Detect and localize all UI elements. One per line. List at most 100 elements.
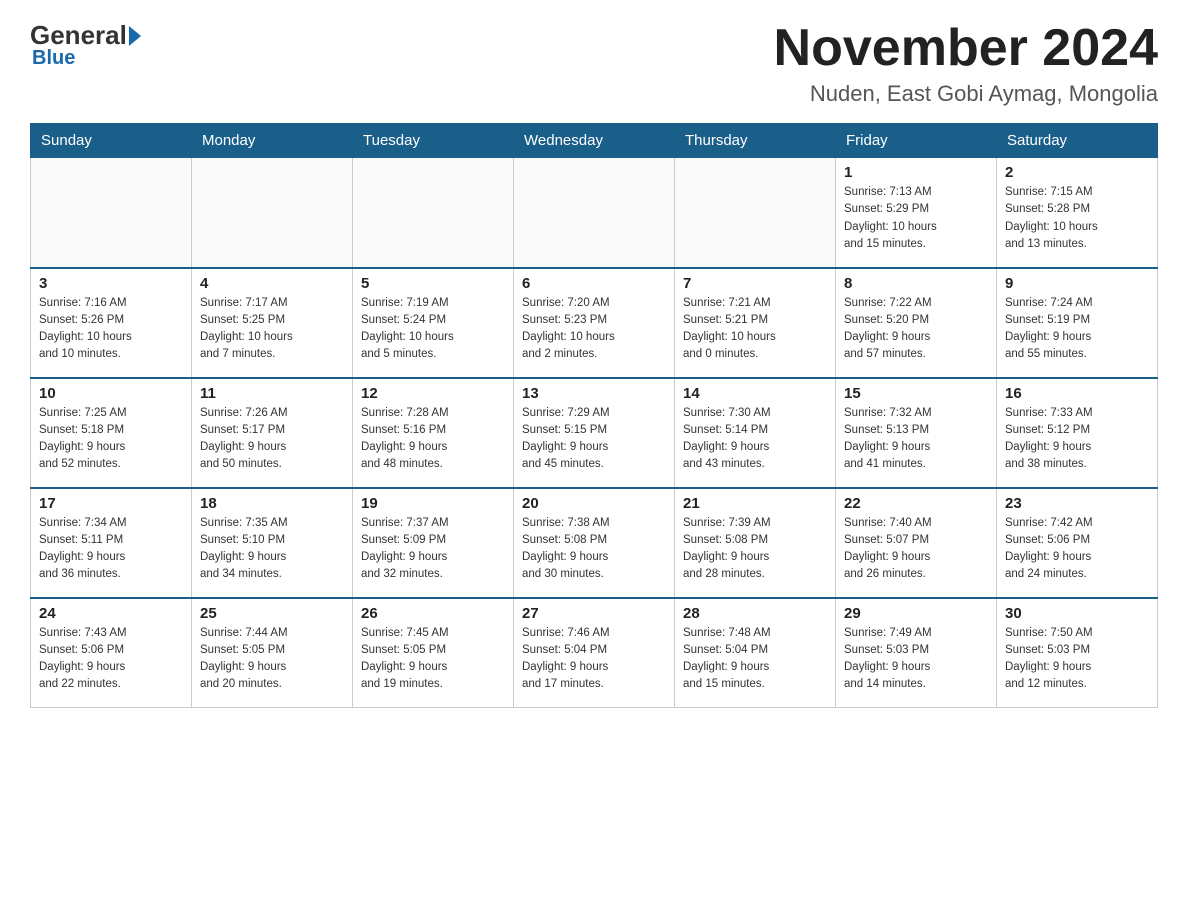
calendar-cell: 24 Sunrise: 7:43 AMSunset: 5:06 PMDayligh…: [31, 598, 192, 708]
day-number: 11: [200, 385, 344, 402]
day-number: 19: [361, 495, 505, 512]
day-number: 20: [522, 495, 666, 512]
day-header-wednesday: Wednesday: [514, 124, 675, 158]
day-number: 13: [522, 385, 666, 402]
day-info: Sunrise: 7:48 AMSunset: 5:04 PMDaylight:…: [683, 625, 827, 694]
calendar-header-row: SundayMondayTuesdayWednesdayThursdayFrid…: [31, 124, 1158, 158]
calendar-subtitle: Nuden, East Gobi Aymag, Mongolia: [774, 81, 1158, 107]
day-header-monday: Monday: [192, 124, 353, 158]
calendar-cell: [192, 158, 353, 268]
day-number: 22: [844, 495, 988, 512]
day-number: 8: [844, 275, 988, 292]
calendar-cell: 5 Sunrise: 7:19 AMSunset: 5:24 PMDaylight…: [353, 268, 514, 378]
day-info: Sunrise: 7:43 AMSunset: 5:06 PMDaylight:…: [39, 625, 183, 694]
calendar-cell: 22 Sunrise: 7:40 AMSunset: 5:07 PMDayligh…: [836, 488, 997, 598]
calendar-cell: 26 Sunrise: 7:45 AMSunset: 5:05 PMDayligh…: [353, 598, 514, 708]
day-number: 29: [844, 605, 988, 622]
day-info: Sunrise: 7:33 AMSunset: 5:12 PMDaylight:…: [1005, 405, 1149, 474]
day-info: Sunrise: 7:17 AMSunset: 5:25 PMDaylight:…: [200, 295, 344, 364]
day-info: Sunrise: 7:40 AMSunset: 5:07 PMDaylight:…: [844, 515, 988, 584]
day-info: Sunrise: 7:46 AMSunset: 5:04 PMDaylight:…: [522, 625, 666, 694]
calendar-cell: 8Sunrise: 7:22 AMSunset: 5:20 PMDaylight…: [836, 268, 997, 378]
day-header-saturday: Saturday: [997, 124, 1158, 158]
calendar-cell: 23Sunrise: 7:42 AMSunset: 5:06 PMDayligh…: [997, 488, 1158, 598]
calendar-cell: 16 Sunrise: 7:33 AMSunset: 5:12 PMDayligh…: [997, 378, 1158, 488]
logo-blue: Blue: [32, 47, 75, 70]
day-info: Sunrise: 7:39 AMSunset: 5:08 PMDaylight:…: [683, 515, 827, 584]
day-number: 4: [200, 275, 344, 292]
calendar-cell: 6 Sunrise: 7:20 AMSunset: 5:23 PMDaylight…: [514, 268, 675, 378]
day-number: 24: [39, 605, 183, 622]
calendar-week-3: 10 Sunrise: 7:25 AMSunset: 5:18 PMDayligh…: [31, 378, 1158, 488]
day-number: 25: [200, 605, 344, 622]
calendar-cell: 27 Sunrise: 7:46 AMSunset: 5:04 PMDayligh…: [514, 598, 675, 708]
day-number: 15: [844, 385, 988, 402]
calendar-cell: 13 Sunrise: 7:29 AMSunset: 5:15 PMDayligh…: [514, 378, 675, 488]
day-info: Sunrise: 7:20 AMSunset: 5:23 PMDaylight:…: [522, 295, 666, 364]
calendar-week-1: 1 Sunrise: 7:13 AMSunset: 5:29 PMDaylight…: [31, 158, 1158, 268]
day-info: Sunrise: 7:16 AMSunset: 5:26 PMDaylight:…: [39, 295, 183, 364]
day-number: 9: [1005, 275, 1149, 292]
day-number: 27: [522, 605, 666, 622]
calendar-cell: 29 Sunrise: 7:49 AMSunset: 5:03 PMDayligh…: [836, 598, 997, 708]
calendar-cell: [675, 158, 836, 268]
calendar-week-2: 3 Sunrise: 7:16 AMSunset: 5:26 PMDaylight…: [31, 268, 1158, 378]
day-info: Sunrise: 7:37 AMSunset: 5:09 PMDaylight:…: [361, 515, 505, 584]
day-info: Sunrise: 7:38 AMSunset: 5:08 PMDaylight:…: [522, 515, 666, 584]
day-header-sunday: Sunday: [31, 124, 192, 158]
calendar-cell: 9 Sunrise: 7:24 AMSunset: 5:19 PMDaylight…: [997, 268, 1158, 378]
day-number: 6: [522, 275, 666, 292]
calendar-cell: 20 Sunrise: 7:38 AMSunset: 5:08 PMDayligh…: [514, 488, 675, 598]
day-info: Sunrise: 7:45 AMSunset: 5:05 PMDaylight:…: [361, 625, 505, 694]
day-info: Sunrise: 7:26 AMSunset: 5:17 PMDaylight:…: [200, 405, 344, 474]
day-number: 3: [39, 275, 183, 292]
day-header-tuesday: Tuesday: [353, 124, 514, 158]
day-info: Sunrise: 7:49 AMSunset: 5:03 PMDaylight:…: [844, 625, 988, 694]
day-info: Sunrise: 7:25 AMSunset: 5:18 PMDaylight:…: [39, 405, 183, 474]
day-info: Sunrise: 7:19 AMSunset: 5:24 PMDaylight:…: [361, 295, 505, 364]
calendar-cell: 30 Sunrise: 7:50 AMSunset: 5:03 PMDayligh…: [997, 598, 1158, 708]
day-info: Sunrise: 7:50 AMSunset: 5:03 PMDaylight:…: [1005, 625, 1149, 694]
calendar-cell: 18Sunrise: 7:35 AMSunset: 5:10 PMDayligh…: [192, 488, 353, 598]
day-info: Sunrise: 7:13 AMSunset: 5:29 PMDaylight:…: [844, 184, 988, 253]
calendar-week-4: 17 Sunrise: 7:34 AMSunset: 5:11 PMDayligh…: [31, 488, 1158, 598]
calendar-cell: 3 Sunrise: 7:16 AMSunset: 5:26 PMDaylight…: [31, 268, 192, 378]
calendar-cell: 11 Sunrise: 7:26 AMSunset: 5:17 PMDayligh…: [192, 378, 353, 488]
day-info: Sunrise: 7:29 AMSunset: 5:15 PMDaylight:…: [522, 405, 666, 474]
calendar-cell: [514, 158, 675, 268]
day-info: Sunrise: 7:32 AMSunset: 5:13 PMDaylight:…: [844, 405, 988, 474]
day-number: 1: [844, 164, 988, 181]
logo-area: General Blue: [30, 20, 142, 70]
calendar-cell: [31, 158, 192, 268]
calendar-week-5: 24 Sunrise: 7:43 AMSunset: 5:06 PMDayligh…: [31, 598, 1158, 708]
day-info: Sunrise: 7:34 AMSunset: 5:11 PMDaylight:…: [39, 515, 183, 584]
day-info: Sunrise: 7:28 AMSunset: 5:16 PMDaylight:…: [361, 405, 505, 474]
day-info: Sunrise: 7:42 AMSunset: 5:06 PMDaylight:…: [1005, 515, 1149, 584]
day-info: Sunrise: 7:21 AMSunset: 5:21 PMDaylight:…: [683, 295, 827, 364]
calendar-cell: 7 Sunrise: 7:21 AMSunset: 5:21 PMDaylight…: [675, 268, 836, 378]
day-number: 26: [361, 605, 505, 622]
day-number: 16: [1005, 385, 1149, 402]
day-number: 2: [1005, 164, 1149, 181]
day-header-friday: Friday: [836, 124, 997, 158]
calendar-cell: 25Sunrise: 7:44 AMSunset: 5:05 PMDayligh…: [192, 598, 353, 708]
day-info: Sunrise: 7:30 AMSunset: 5:14 PMDaylight:…: [683, 405, 827, 474]
day-number: 5: [361, 275, 505, 292]
day-number: 17: [39, 495, 183, 512]
calendar-cell: [353, 158, 514, 268]
day-number: 14: [683, 385, 827, 402]
day-info: Sunrise: 7:24 AMSunset: 5:19 PMDaylight:…: [1005, 295, 1149, 364]
day-number: 7: [683, 275, 827, 292]
calendar-cell: 28Sunrise: 7:48 AMSunset: 5:04 PMDayligh…: [675, 598, 836, 708]
calendar-cell: 17 Sunrise: 7:34 AMSunset: 5:11 PMDayligh…: [31, 488, 192, 598]
calendar-cell: 15 Sunrise: 7:32 AMSunset: 5:13 PMDayligh…: [836, 378, 997, 488]
calendar-cell: 21Sunrise: 7:39 AMSunset: 5:08 PMDayligh…: [675, 488, 836, 598]
day-info: Sunrise: 7:35 AMSunset: 5:10 PMDaylight:…: [200, 515, 344, 584]
calendar-cell: 4 Sunrise: 7:17 AMSunset: 5:25 PMDaylight…: [192, 268, 353, 378]
day-number: 30: [1005, 605, 1149, 622]
logo-arrow-icon: [129, 26, 141, 46]
calendar-cell: 19 Sunrise: 7:37 AMSunset: 5:09 PMDayligh…: [353, 488, 514, 598]
day-number: 10: [39, 385, 183, 402]
calendar-cell: 2Sunrise: 7:15 AMSunset: 5:28 PMDaylight…: [997, 158, 1158, 268]
calendar-cell: 14 Sunrise: 7:30 AMSunset: 5:14 PMDayligh…: [675, 378, 836, 488]
